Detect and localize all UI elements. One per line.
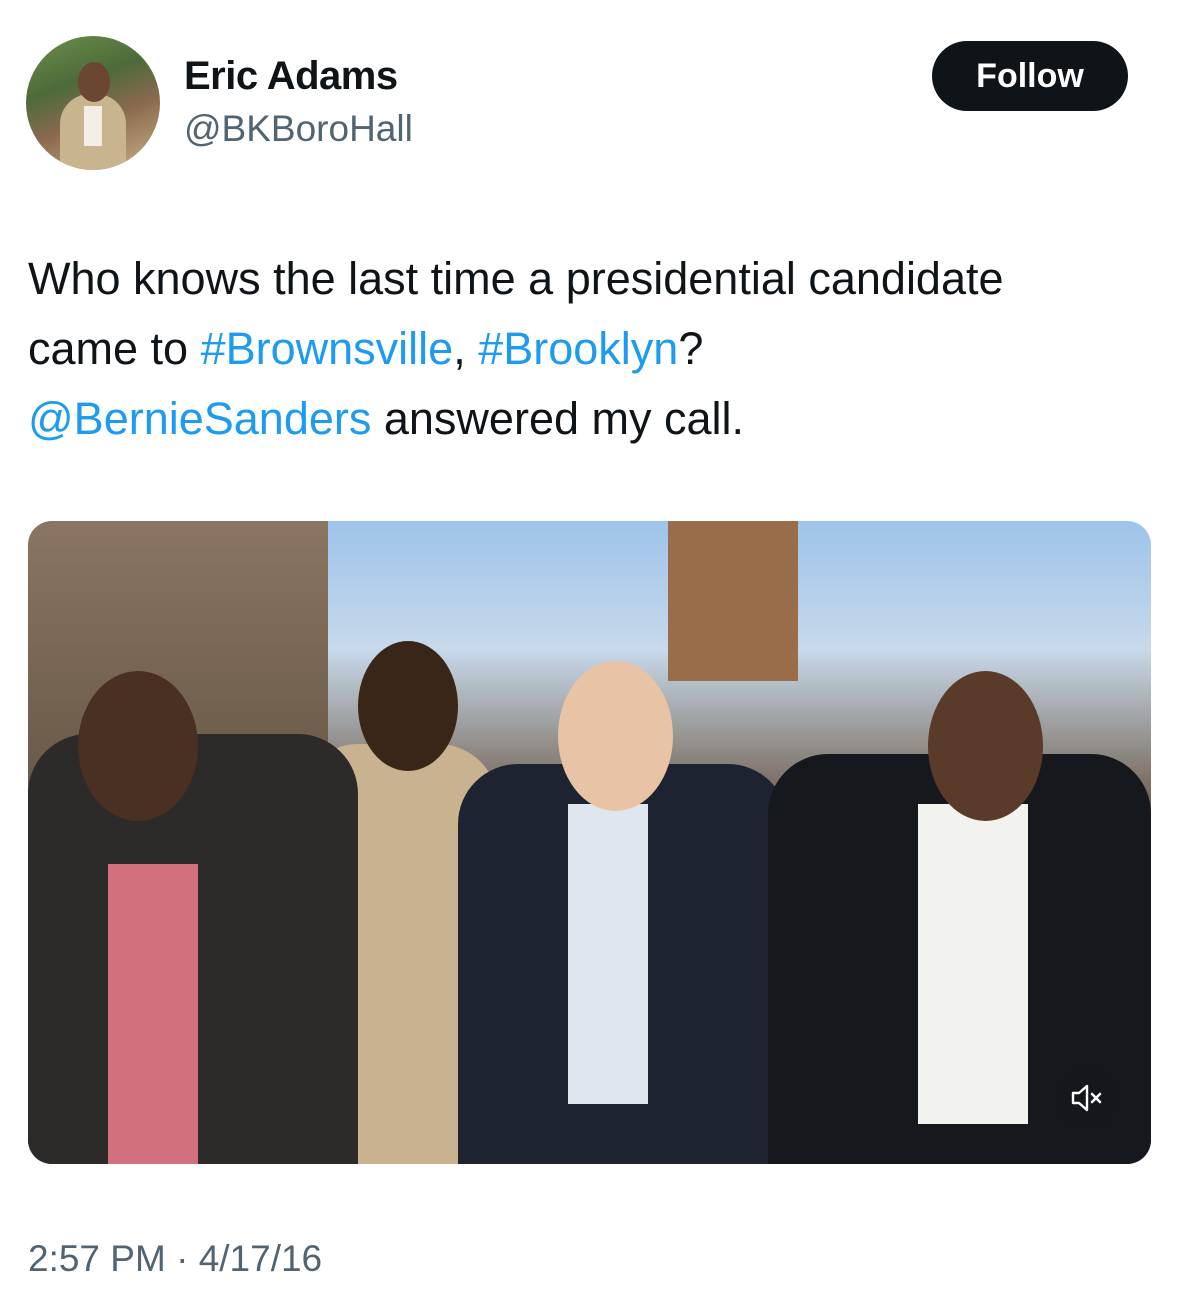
video-scene-shirt	[568, 804, 648, 1104]
tweet-timestamp[interactable]: 2:57 PM · 4/17/16	[28, 1238, 322, 1280]
hashtag-brooklyn-link[interactable]: #Brooklyn	[478, 323, 678, 374]
follow-button[interactable]: Follow	[932, 41, 1128, 111]
tweet-text-segment: answered my call.	[371, 393, 745, 444]
tweet-line-2: came to #Brownsville, #Brooklyn?	[28, 314, 1158, 384]
tweet-time: 2:57 PM	[28, 1238, 166, 1279]
author-name[interactable]: Eric Adams	[184, 54, 398, 99]
tweet-text: Who knows the last time a presidential c…	[28, 244, 1158, 454]
timestamp-separator: ·	[165, 1238, 199, 1279]
tweet-text-segment: ,	[453, 323, 479, 374]
tweet-text-segment: ?	[678, 323, 704, 374]
video-scene-head	[78, 671, 198, 821]
tweet-text-segment: came to	[28, 323, 201, 374]
speaker-muted-icon	[1071, 1084, 1102, 1112]
tweet-line-1: Who knows the last time a presidential c…	[28, 244, 1158, 314]
mention-berniesanders-link[interactable]: @BernieSanders	[28, 393, 371, 444]
video-scene-shirt	[918, 804, 1028, 1124]
video-scene-shirt	[108, 864, 198, 1164]
video-player[interactable]	[28, 521, 1151, 1164]
video-scene-head	[358, 641, 458, 771]
video-scene-head	[928, 671, 1043, 821]
mute-toggle-button[interactable]	[1055, 1066, 1119, 1130]
video-scene-head	[558, 661, 673, 811]
video-scene-building	[668, 521, 798, 681]
hashtag-brownsville-link[interactable]: #Brownsville	[201, 323, 454, 374]
author-handle[interactable]: @BKBoroHall	[184, 108, 413, 150]
avatar-figure-shirt	[84, 106, 102, 146]
avatar-figure-head	[78, 62, 110, 102]
tweet-text-segment: Who knows the last time a presidential c…	[28, 253, 1004, 304]
tweet-date: 4/17/16	[198, 1238, 323, 1279]
author-avatar[interactable]	[26, 36, 160, 170]
tweet-line-3: @BernieSanders answered my call.	[28, 384, 1158, 454]
